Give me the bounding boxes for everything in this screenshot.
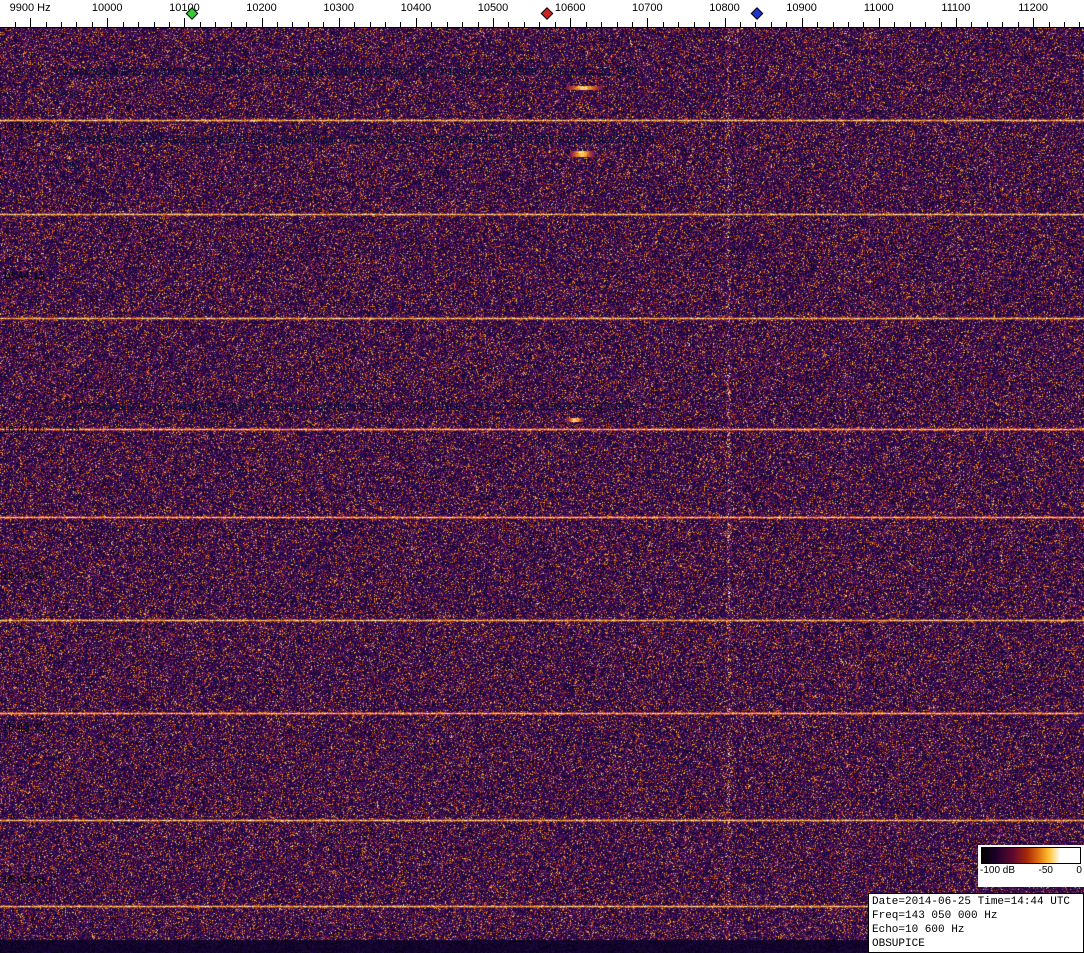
major-tick	[107, 18, 108, 27]
minor-tick	[771, 22, 772, 27]
freq-tick-label: 10900	[786, 2, 817, 14]
major-tick	[339, 18, 340, 27]
major-tick	[802, 18, 803, 27]
freq-tick-label: 10000	[92, 2, 123, 14]
minor-tick	[910, 22, 911, 27]
minor-tick	[863, 22, 864, 27]
spectrogram-app: 9900 Hz100001010010200103001040010500106…	[0, 0, 1084, 953]
major-tick	[647, 18, 648, 27]
minor-tick	[601, 22, 602, 27]
minor-tick	[1049, 22, 1050, 27]
db-legend-labels: -100 dB -50 0	[978, 865, 1084, 876]
minor-tick	[524, 22, 525, 27]
red-freq-marker[interactable]	[541, 7, 554, 20]
freq-tick-label: 10200	[246, 2, 277, 14]
minor-tick	[200, 22, 201, 27]
freq-tick-label: 10700	[632, 2, 663, 14]
minor-tick	[755, 22, 756, 27]
major-tick	[416, 18, 417, 27]
freq-tick-label: 10400	[401, 2, 432, 14]
minor-tick	[400, 22, 401, 27]
major-tick	[1033, 18, 1034, 27]
minor-tick	[231, 22, 232, 27]
minor-tick	[15, 22, 16, 27]
frequency-ruler: 9900 Hz100001010010200103001040010500106…	[0, 0, 1084, 28]
minor-tick	[694, 22, 695, 27]
minor-tick	[478, 22, 479, 27]
major-tick	[956, 18, 957, 27]
minor-tick	[1064, 22, 1065, 27]
freq-tick-label: 10300	[323, 2, 354, 14]
major-tick	[725, 18, 726, 27]
minor-tick	[323, 22, 324, 27]
freq-tick-label: 11100	[941, 2, 970, 14]
minor-tick	[555, 22, 556, 27]
freq-tick-label: 10800	[709, 2, 740, 14]
major-tick	[879, 18, 880, 27]
minor-tick	[1079, 22, 1080, 27]
minor-tick	[786, 22, 787, 27]
minor-tick	[46, 22, 47, 27]
freq-tick-label: 11000	[864, 2, 894, 14]
minor-tick	[925, 22, 926, 27]
minor-tick	[154, 22, 155, 27]
major-tick	[493, 18, 494, 27]
minor-tick	[678, 22, 679, 27]
minor-tick	[370, 22, 371, 27]
minor-tick	[215, 22, 216, 27]
db-gradient-bar	[981, 847, 1081, 864]
major-tick	[570, 18, 571, 27]
minor-tick	[539, 22, 540, 27]
freq-tick-label: 10500	[478, 2, 509, 14]
info-box: Date=2014-06-25 Time=14:44 UTC Freq=143 …	[868, 893, 1084, 953]
minor-tick	[462, 22, 463, 27]
freq-tick-label: 10600	[555, 2, 586, 14]
spectrogram-canvas	[0, 28, 1084, 953]
minor-tick	[431, 22, 432, 27]
major-tick	[30, 18, 31, 27]
minor-tick	[740, 22, 741, 27]
minor-tick	[632, 22, 633, 27]
minor-tick	[971, 22, 972, 27]
minor-tick	[586, 22, 587, 27]
info-date-line: Date=2014-06-25 Time=14:44 UTC	[872, 895, 1080, 909]
minor-tick	[123, 22, 124, 27]
minor-tick	[169, 22, 170, 27]
legend-mid-label: -50	[1039, 865, 1053, 876]
minor-tick	[61, 22, 62, 27]
minor-tick	[833, 22, 834, 27]
minor-tick	[987, 22, 988, 27]
blue-freq-marker[interactable]	[751, 7, 764, 20]
minor-tick	[447, 22, 448, 27]
minor-tick	[92, 22, 93, 27]
minor-tick	[709, 22, 710, 27]
legend-min-label: -100 dB	[980, 865, 1015, 876]
freq-tick-label: 9900 Hz	[10, 2, 51, 14]
minor-tick	[894, 22, 895, 27]
minor-tick	[138, 22, 139, 27]
info-station-line: OBSUPICE	[872, 937, 1080, 951]
info-echo-line: Echo=10 600 Hz	[872, 923, 1080, 937]
freq-tick-label: 11200	[1018, 2, 1048, 14]
minor-tick	[385, 22, 386, 27]
minor-tick	[817, 22, 818, 27]
minor-tick	[663, 22, 664, 27]
minor-tick	[617, 22, 618, 27]
info-freq-line: Freq=143 050 000 Hz	[872, 909, 1080, 923]
minor-tick	[277, 22, 278, 27]
major-tick	[262, 18, 263, 27]
minor-tick	[354, 22, 355, 27]
minor-tick	[508, 22, 509, 27]
minor-tick	[941, 22, 942, 27]
major-tick	[184, 18, 185, 27]
legend-max-label: 0	[1076, 865, 1082, 876]
db-color-legend: -100 dB -50 0	[978, 845, 1084, 887]
minor-tick	[1018, 22, 1019, 27]
minor-tick	[246, 22, 247, 27]
minor-tick	[308, 22, 309, 27]
minor-tick	[292, 22, 293, 27]
minor-tick	[1002, 22, 1003, 27]
minor-tick	[848, 22, 849, 27]
minor-tick	[76, 22, 77, 27]
